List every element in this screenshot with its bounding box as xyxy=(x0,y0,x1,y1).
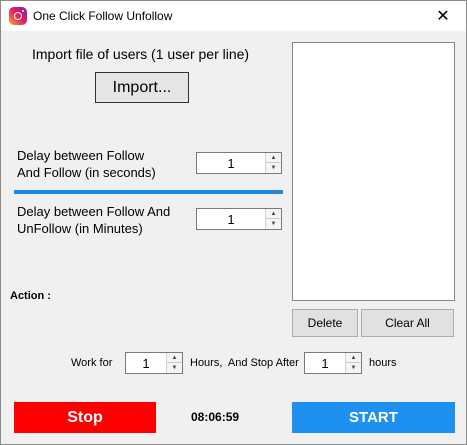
work-hours-value[interactable]: 1 xyxy=(126,353,166,373)
arrow-up-icon[interactable]: ▲ xyxy=(346,353,361,363)
users-listbox[interactable] xyxy=(292,42,455,301)
action-label: Action : xyxy=(10,290,51,302)
start-button[interactable]: START xyxy=(292,402,455,433)
stop-hours-value[interactable]: 1 xyxy=(305,353,345,373)
hours-and-stop-label: Hours, And Stop After xyxy=(190,357,299,369)
delay-unfollow-label: Delay between Follow And UnFollow (in Mi… xyxy=(17,204,171,236)
work-for-label: Work for xyxy=(71,357,113,369)
arrow-up-icon[interactable]: ▲ xyxy=(266,153,281,163)
import-button[interactable]: Import... xyxy=(95,72,189,103)
app-window: One Click Follow Unfollow ✕ Import file … xyxy=(0,0,467,445)
section-separator xyxy=(14,190,283,194)
delay-follow-value[interactable]: 1 xyxy=(197,153,265,173)
clear-all-button[interactable]: Clear All xyxy=(361,309,454,337)
window-title: One Click Follow Unfollow xyxy=(33,9,173,23)
delete-button[interactable]: Delete xyxy=(292,309,358,337)
stop-hours-stepper[interactable]: 1 ▲ ▼ xyxy=(304,352,362,374)
arrow-down-icon[interactable]: ▼ xyxy=(266,163,281,173)
delay-follow-stepper[interactable]: 1 ▲ ▼ xyxy=(196,152,282,174)
close-icon[interactable]: ✕ xyxy=(420,1,466,31)
hours-label: hours xyxy=(369,357,397,369)
stop-button[interactable]: Stop xyxy=(14,402,156,433)
arrow-up-icon[interactable]: ▲ xyxy=(167,353,182,363)
arrow-down-icon[interactable]: ▼ xyxy=(266,219,281,229)
work-hours-stepper[interactable]: 1 ▲ ▼ xyxy=(125,352,183,374)
delay-unfollow-stepper[interactable]: 1 ▲ ▼ xyxy=(196,208,282,230)
import-label: Import file of users (1 user per line) xyxy=(32,46,250,62)
delay-unfollow-value[interactable]: 1 xyxy=(197,209,265,229)
delay-follow-label: Delay between Follow And Follow (in seco… xyxy=(17,148,156,180)
instagram-icon xyxy=(9,7,27,25)
title-bar: One Click Follow Unfollow ✕ xyxy=(1,1,466,31)
arrow-down-icon[interactable]: ▼ xyxy=(346,363,361,373)
arrow-up-icon[interactable]: ▲ xyxy=(266,209,281,219)
arrow-down-icon[interactable]: ▼ xyxy=(167,363,182,373)
timer-display: 08:06:59 xyxy=(191,410,240,424)
